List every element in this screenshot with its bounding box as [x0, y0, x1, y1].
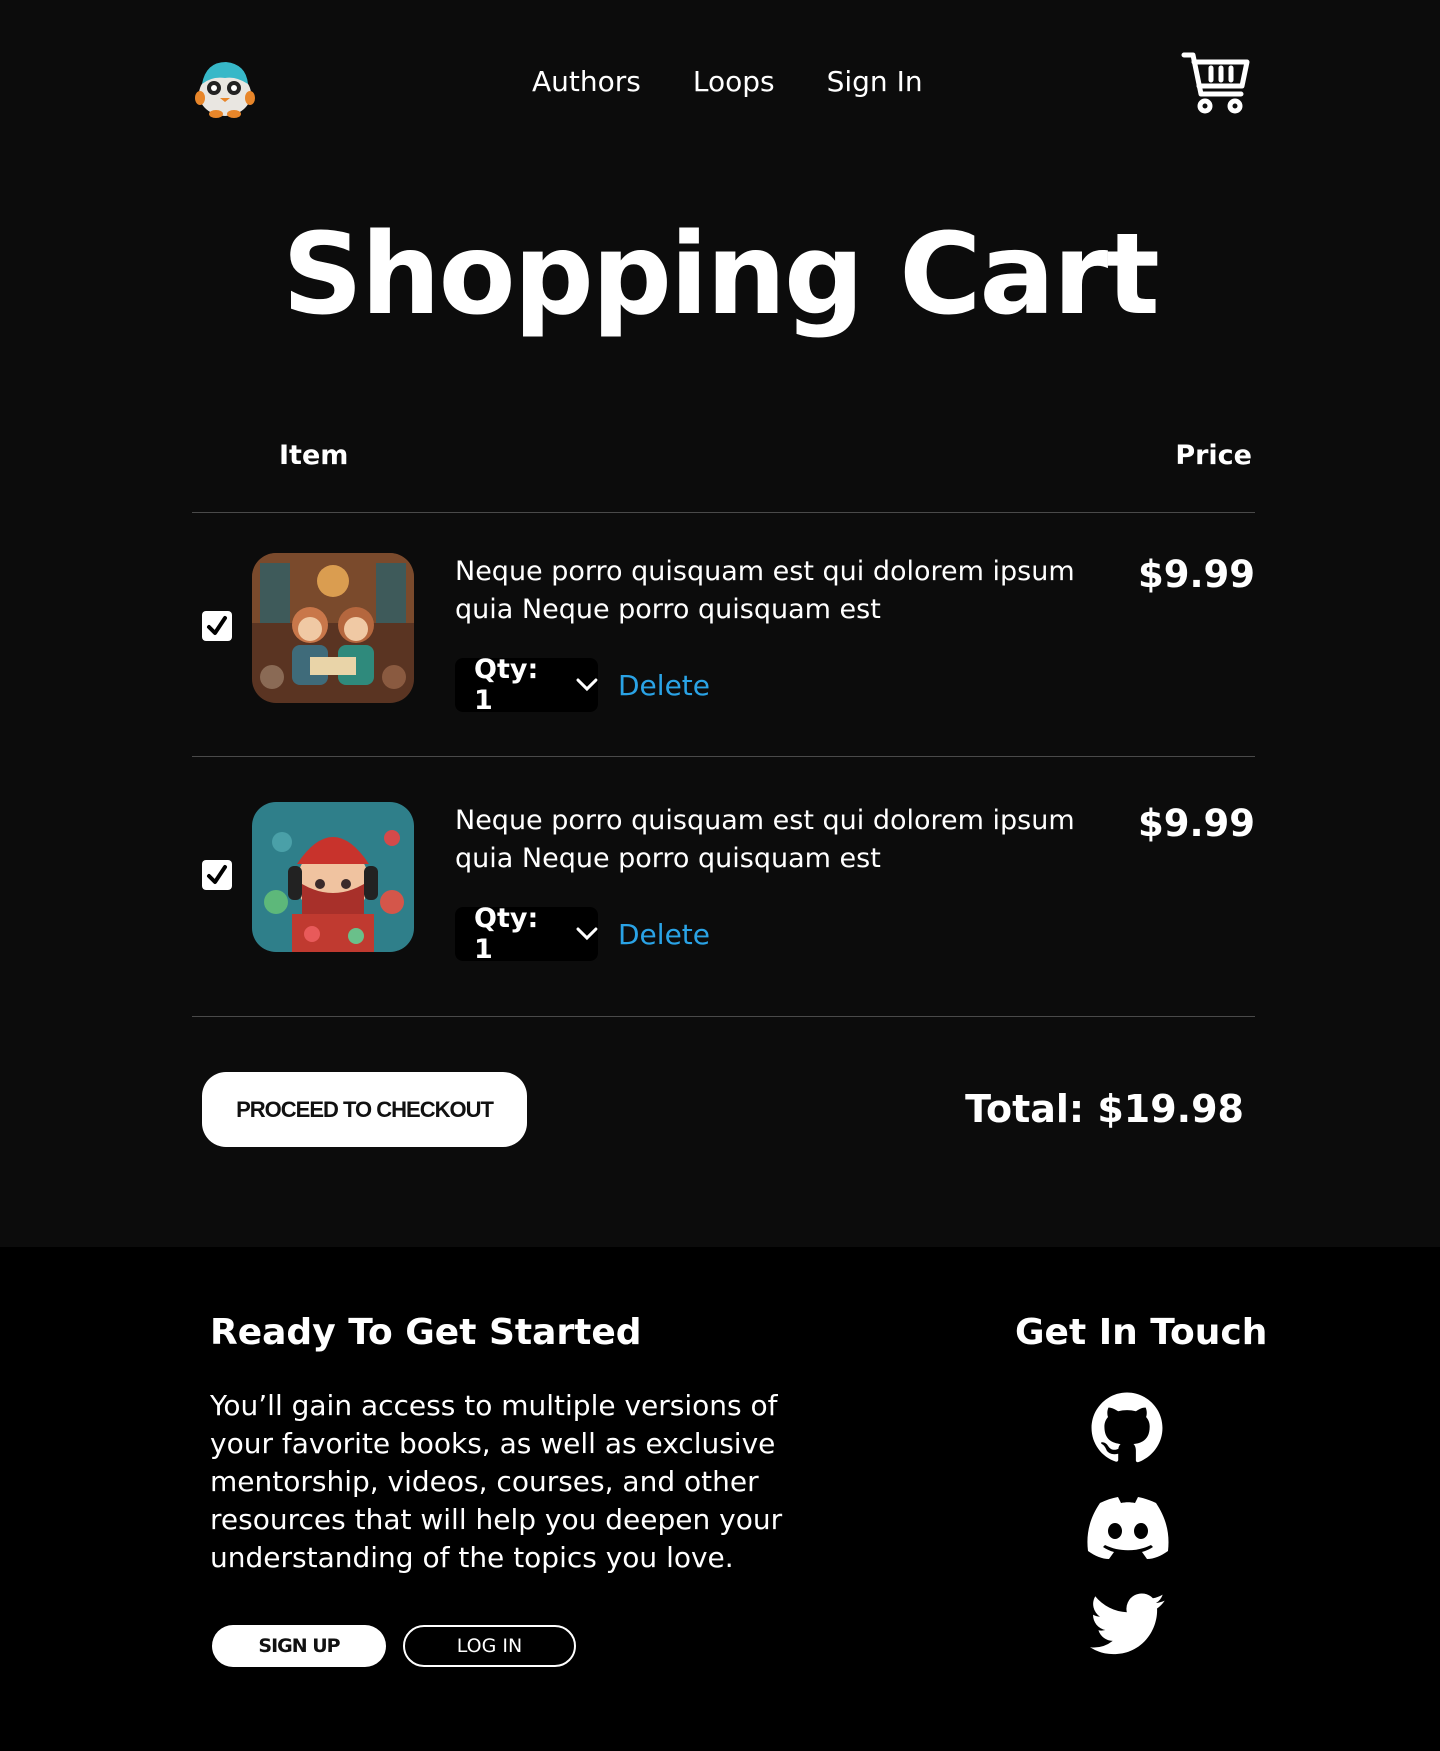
main-nav: Authors Loops Sign In — [532, 65, 923, 98]
site-footer: Ready To Get Started You’ll gain access … — [0, 1247, 1440, 1751]
quantity-dropdown[interactable]: Qty: 1 — [455, 654, 598, 716]
site-header: Authors Loops Sign In — [0, 0, 1440, 170]
column-header-price: Price — [1175, 440, 1252, 471]
divider — [192, 756, 1255, 757]
delete-link[interactable]: Delete — [618, 918, 710, 951]
cart-total: Total: $19.98 — [965, 1087, 1244, 1131]
footer-title: Ready To Get Started — [210, 1312, 642, 1353]
sign-up-button[interactable]: SIGN UP — [212, 1625, 386, 1667]
checkout-button-label: PROCEED TO CHECKOUT — [236, 1096, 494, 1122]
log-in-button[interactable]: LOG IN — [403, 1625, 576, 1667]
twitter-icon[interactable] — [1090, 1592, 1166, 1662]
item-title[interactable]: Neque porro quisquam est qui dolorem ips… — [455, 802, 1135, 878]
sign-up-label: SIGN UP — [258, 1635, 340, 1657]
log-in-label: LOG IN — [456, 1635, 523, 1657]
cart-row: Neque porro quisquam est qui dolorem ips… — [192, 802, 1255, 1022]
github-icon[interactable] — [1090, 1391, 1164, 1469]
item-thumbnail-image[interactable] — [252, 553, 414, 703]
item-thumbnail-image[interactable] — [252, 802, 414, 952]
column-header-item: Item — [279, 440, 349, 471]
footer-description: You’ll gain access to multiple versions … — [210, 1389, 783, 1574]
item-checkbox[interactable] — [202, 611, 232, 641]
item-price: $9.99 — [1137, 802, 1255, 845]
cart-icon[interactable] — [1181, 50, 1251, 116]
item-price: $9.99 — [1137, 553, 1255, 596]
quantity-label: Qty: 1 — [474, 654, 539, 716]
nav-sign-in[interactable]: Sign In — [827, 65, 923, 98]
cart-row: Neque porro quisquam est qui dolorem ips… — [192, 553, 1255, 773]
item-checkbox[interactable] — [202, 860, 232, 890]
chevron-down-icon — [576, 927, 598, 941]
item-title[interactable]: Neque porro quisquam est qui dolorem ips… — [455, 553, 1135, 629]
divider — [192, 512, 1255, 513]
logo-icon[interactable] — [192, 54, 258, 120]
page-title: Shopping Cart — [282, 210, 1160, 340]
proceed-to-checkout-button[interactable]: PROCEED TO CHECKOUT — [202, 1072, 527, 1147]
nav-authors[interactable]: Authors — [532, 65, 641, 98]
chevron-down-icon — [576, 678, 598, 692]
quantity-label: Qty: 1 — [474, 903, 539, 965]
delete-link[interactable]: Delete — [618, 669, 710, 702]
quantity-dropdown[interactable]: Qty: 1 — [455, 903, 598, 965]
divider — [192, 1016, 1255, 1017]
get-in-touch-title: Get In Touch — [1015, 1312, 1268, 1353]
nav-loops[interactable]: Loops — [693, 65, 775, 98]
discord-icon[interactable] — [1087, 1497, 1169, 1563]
